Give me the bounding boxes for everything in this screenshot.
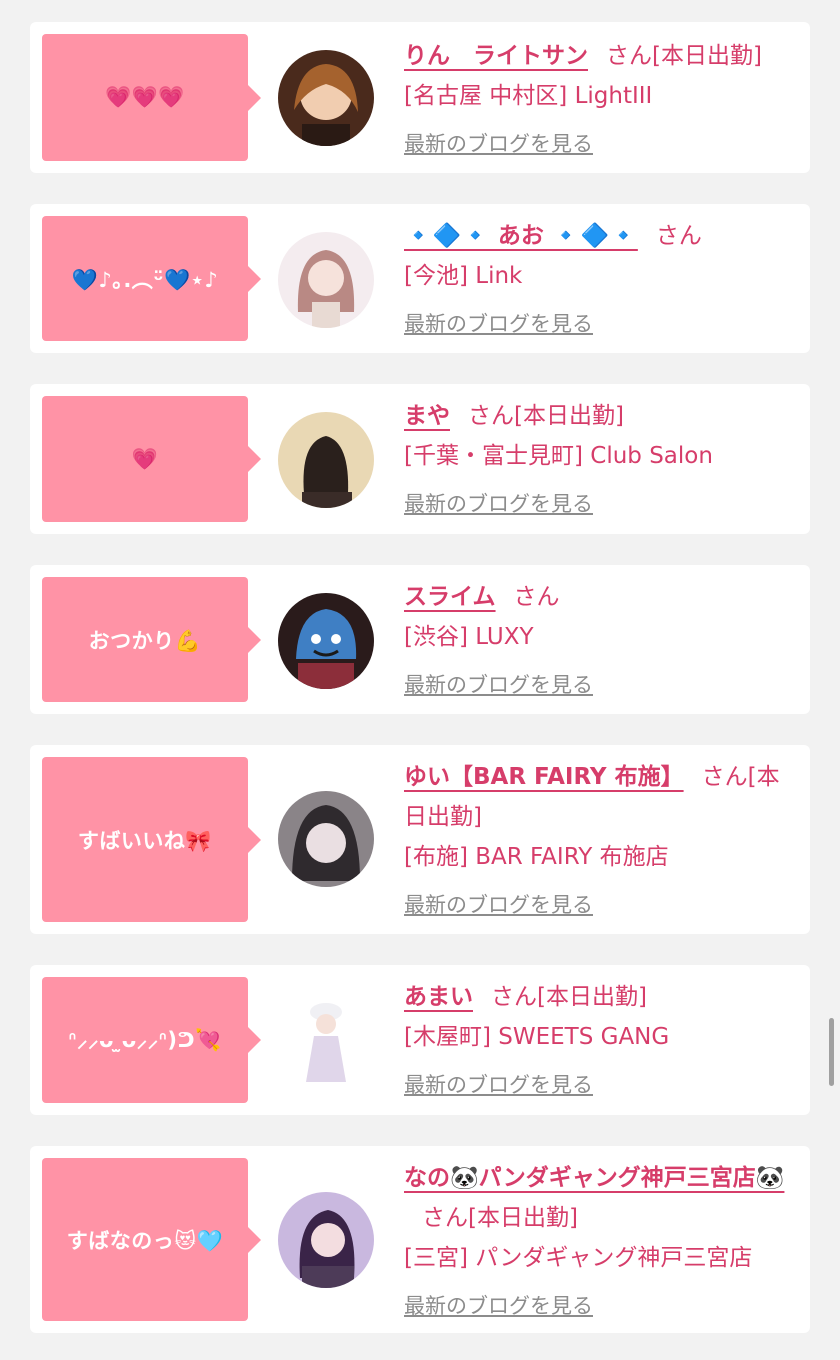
comment-bubble: 💙♪｡.︵ᵕ̈💙⋆♪ bbox=[42, 216, 261, 341]
avatar[interactable] bbox=[278, 593, 374, 689]
blog-card: おつかり💪 スライム さん [渋谷] LUXY 最新のブログを見る bbox=[30, 565, 810, 714]
comment-bubble: おつかり💪 bbox=[42, 577, 261, 702]
latest-blog-link[interactable]: 最新のブログを見る bbox=[404, 665, 593, 705]
blog-card: 💙♪｡.︵ᵕ̈💙⋆♪ 🔹🔷🔹 あお 🔹🔷🔹 さん [今池] Link 最新のブログ… bbox=[30, 204, 810, 353]
info: 🔹🔷🔹 あお 🔹🔷🔹 さん [今池] Link 最新のブログを見る bbox=[404, 216, 796, 344]
avatar[interactable] bbox=[278, 50, 374, 146]
cast-name-link[interactable]: なの🐼パンダギャング神戸三宮店🐼 bbox=[404, 1165, 784, 1191]
avatar[interactable] bbox=[278, 992, 374, 1088]
blog-card: 💗 まや さん[本日出勤] [千葉・富士見町] Club Salon 最新のブログ… bbox=[30, 384, 810, 534]
latest-blog-link[interactable]: 最新のブログを見る bbox=[404, 304, 593, 344]
blog-card: ᐢ⸝⸝ᴗ ̫ᴗ⸝⸝ᐢ)ᕤ💘 あまい さん[本日出勤] [木屋町] SWEETS G… bbox=[30, 965, 810, 1115]
latest-blog-link[interactable]: 最新のブログを見る bbox=[404, 1065, 593, 1105]
avatar[interactable] bbox=[278, 791, 374, 887]
comment-text: 💗 bbox=[131, 446, 159, 471]
comment-text: すばなのっ😻🩵 bbox=[66, 1228, 224, 1253]
cast-name-link[interactable]: 🔹🔷🔹 あお 🔹🔷🔹 bbox=[404, 223, 638, 249]
comment-text: おつかり💪 bbox=[88, 628, 202, 653]
avatar[interactable] bbox=[278, 1192, 374, 1288]
comment-text: すばいいね🎀 bbox=[77, 828, 213, 853]
info: ゆい【BAR FAIRY 布施】 さん[本日出勤] [布施] BAR FAIRY … bbox=[404, 757, 796, 925]
latest-blog-link[interactable]: 最新のブログを見る bbox=[404, 484, 593, 524]
blog-card: 💗💗💗 りん ライトサン さん[本日出勤] [名古屋 中村区] LightIII … bbox=[30, 22, 810, 173]
cast-name-link[interactable]: まや bbox=[404, 403, 450, 429]
comment-bubble: ᐢ⸝⸝ᴗ ̫ᴗ⸝⸝ᐢ)ᕤ💘 bbox=[42, 977, 261, 1103]
avatar[interactable] bbox=[278, 232, 374, 328]
shop-label: [布施] BAR FAIRY 布施店 bbox=[404, 844, 669, 870]
cast-name-link[interactable]: スライム bbox=[404, 584, 496, 610]
comment-bubble: すばなのっ😻🩵 bbox=[42, 1158, 261, 1321]
comment-bubble: 💗💗💗 bbox=[42, 34, 261, 161]
blog-card: すばいいね🎀 ゆい【BAR FAIRY 布施】 さん[本日出勤] [布施] BAR… bbox=[30, 745, 810, 934]
info: スライム さん [渋谷] LUXY 最新のブログを見る bbox=[404, 577, 796, 705]
info: なの🐼パンダギャング神戸三宮店🐼 さん[本日出勤] [三宮] パンダギャング神戸三… bbox=[404, 1158, 796, 1326]
shop-label: [名古屋 中村区] LightIII bbox=[404, 83, 653, 109]
shop-label: [渋谷] LUXY bbox=[404, 624, 534, 650]
cast-suffix: さん bbox=[513, 584, 560, 610]
blog-card: すばなのっ😻🩵 なの🐼パンダギャング神戸三宮店🐼 さん[本日出勤] [三宮] パン… bbox=[30, 1146, 810, 1333]
shop-label: [木屋町] SWEETS GANG bbox=[404, 1024, 670, 1050]
scrollbar[interactable] bbox=[829, 1018, 834, 1086]
info: まや さん[本日出勤] [千葉・富士見町] Club Salon 最新のブログを見… bbox=[404, 396, 796, 524]
cast-suffix: さん[本日出勤] bbox=[606, 43, 762, 69]
avatar[interactable] bbox=[278, 412, 374, 508]
latest-blog-link[interactable]: 最新のブログを見る bbox=[404, 885, 593, 925]
cast-suffix: さん bbox=[655, 223, 702, 249]
comment-text: ᐢ⸝⸝ᴗ ̫ᴗ⸝⸝ᐢ)ᕤ💘 bbox=[68, 1028, 222, 1052]
comment-text: 💗💗💗 bbox=[105, 85, 185, 109]
comment-bubble: すばいいね🎀 bbox=[42, 757, 261, 922]
cast-name-link[interactable]: りん ライトサン bbox=[404, 43, 588, 69]
cast-name-link[interactable]: ゆい【BAR FAIRY 布施】 bbox=[404, 764, 684, 790]
latest-blog-link[interactable]: 最新のブログを見る bbox=[404, 1286, 593, 1326]
cast-suffix: さん[本日出勤] bbox=[491, 984, 647, 1010]
shop-label: [千葉・富士見町] Club Salon bbox=[404, 443, 713, 469]
cast-suffix: さん[本日出勤] bbox=[422, 1205, 578, 1231]
cast-suffix: さん[本日出勤] bbox=[468, 403, 624, 429]
cast-name-link[interactable]: あまい bbox=[404, 984, 473, 1010]
shop-label: [今池] Link bbox=[404, 263, 523, 289]
info: あまい さん[本日出勤] [木屋町] SWEETS GANG 最新のブログを見る bbox=[404, 977, 796, 1105]
info: りん ライトサン さん[本日出勤] [名古屋 中村区] LightIII 最新のブ… bbox=[404, 36, 796, 164]
shop-label: [三宮] パンダギャング神戸三宮店 bbox=[404, 1245, 753, 1271]
latest-blog-link[interactable]: 最新のブログを見る bbox=[404, 124, 593, 164]
comment-bubble: 💗 bbox=[42, 396, 261, 522]
comment-text: 💙♪｡.︵ᵕ̈💙⋆♪ bbox=[71, 267, 219, 292]
